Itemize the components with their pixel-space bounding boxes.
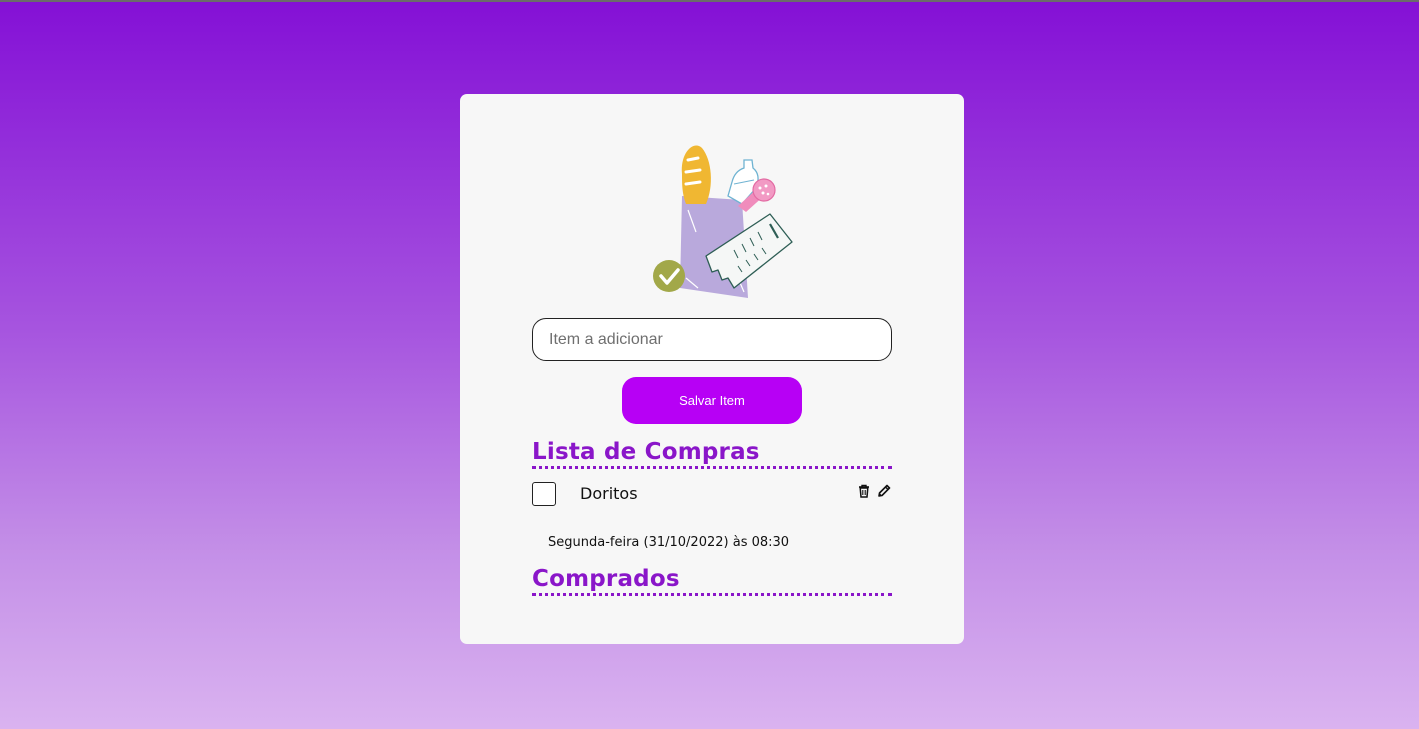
pencil-icon[interactable] <box>877 484 891 498</box>
shopping-list-card: Salvar Item Lista de Compras Doritos Seg… <box>460 94 964 644</box>
window-top-border <box>0 0 1419 2</box>
list-item: Doritos <box>532 480 892 510</box>
grocery-bag-illustration <box>653 145 793 298</box>
item-input[interactable] <box>532 318 892 361</box>
bought-list-title: Comprados <box>532 566 892 596</box>
shopping-list-title: Lista de Compras <box>532 439 892 469</box>
item-checkbox[interactable] <box>532 482 556 506</box>
item-date: Segunda-feira (31/10/2022) às 08:30 <box>548 535 790 550</box>
trash-icon[interactable] <box>857 484 871 498</box>
item-name: Doritos <box>580 484 638 503</box>
save-item-button[interactable]: Salvar Item <box>622 377 802 424</box>
